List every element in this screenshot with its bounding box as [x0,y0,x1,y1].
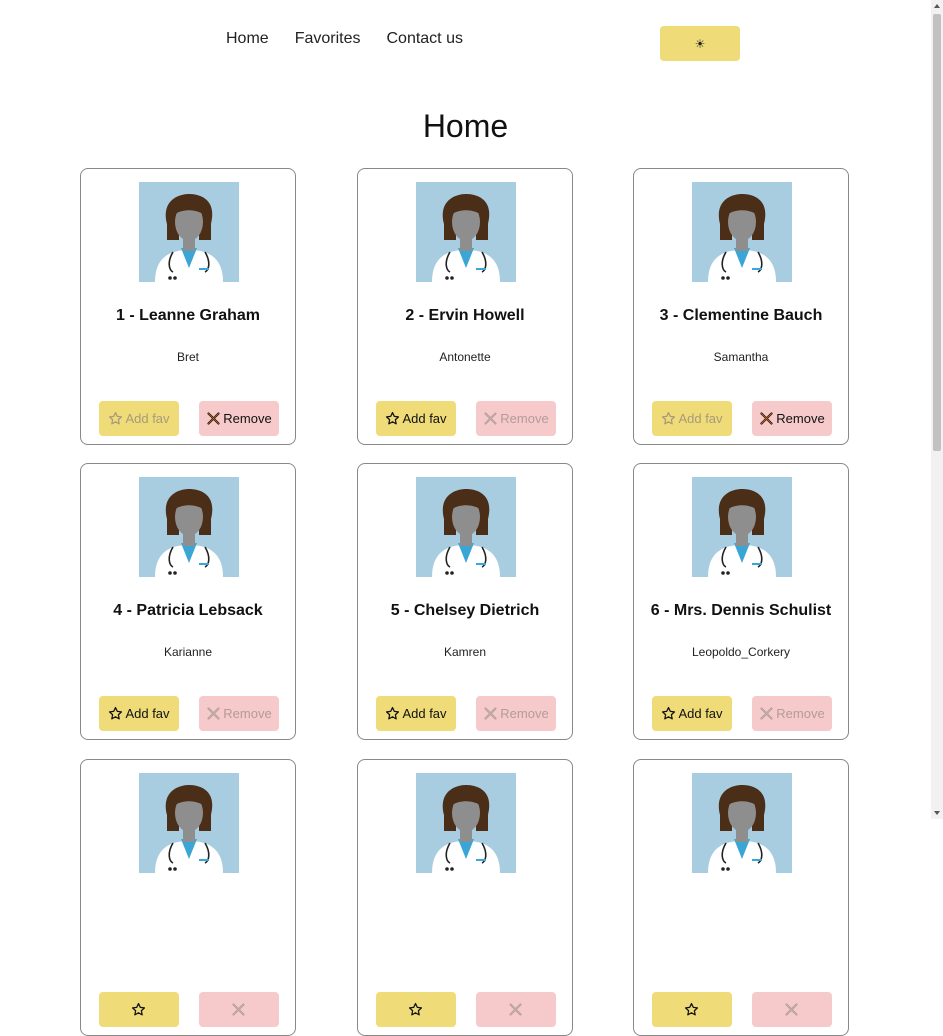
doctor-avatar-icon [416,773,516,873]
doctor-avatar-icon [692,182,792,282]
remove-label: Remove [500,411,549,426]
add-fav-button[interactable]: Add fav [652,696,732,731]
user-card [80,759,296,1036]
user-card [357,759,573,1036]
user-card: 4 - Patricia Lebsack Karianne Add fav Re… [80,463,296,740]
user-username: Samantha [713,350,769,364]
user-username: Antonette [439,350,491,364]
add-fav-label: Add fav [402,706,447,721]
close-icon [760,707,773,720]
add-fav-label: Add fav [125,411,170,426]
remove-label: Remove [776,411,825,426]
remove-button[interactable]: Remove [476,696,556,731]
remove-label: Remove [776,706,825,721]
doctor-avatar-icon [416,477,516,577]
user-name: 3 - Clementine Bauch [659,307,823,324]
add-fav-button[interactable] [99,992,179,1027]
star-icon [408,1002,422,1016]
doctor-avatar-icon [416,182,516,282]
remove-button[interactable]: Remove [752,696,832,731]
user-card [633,759,849,1036]
remove-button[interactable]: Remove [199,696,279,731]
close-icon [484,707,497,720]
close-icon [231,1003,245,1016]
page-title: Home [422,108,509,144]
doctor-avatar-icon [139,773,239,873]
doctor-avatar-icon [692,773,792,873]
doctor-avatar-icon [139,182,239,282]
remove-button[interactable]: Remove [476,401,556,436]
add-fav-label: Add fav [402,411,447,426]
user-card: 6 - Mrs. Dennis Schulist Leopoldo_Corker… [633,463,849,740]
nav-contact-link[interactable]: Contact us [386,30,462,48]
add-fav-button[interactable] [376,992,456,1027]
user-card: 2 - Ervin Howell Antonette Add fav Remov… [357,168,573,445]
add-fav-button[interactable]: Add fav [99,401,179,436]
close-icon [784,1003,798,1016]
star-icon [662,706,676,720]
close-icon [508,1003,522,1016]
theme-toggle-button[interactable]: ☀ [660,26,740,61]
remove-button[interactable]: Remove [199,401,279,436]
doctor-avatar-icon [692,477,792,577]
remove-label: Remove [223,411,272,426]
user-name: 1 - Leanne Graham [115,307,261,324]
user-name: 5 - Chelsey Dietrich [390,602,540,619]
add-fav-label: Add fav [125,706,170,721]
user-username: Bret [176,350,199,364]
add-fav-button[interactable]: Add fav [376,401,456,436]
add-fav-button[interactable]: Add fav [376,696,456,731]
user-name: 2 - Ervin Howell [405,307,525,324]
star-icon [386,706,400,720]
close-icon [207,707,220,720]
close-icon [484,412,497,425]
remove-button[interactable]: Remove [752,401,832,436]
star-icon [109,706,123,720]
add-fav-label: Add fav [678,706,723,721]
star-icon [386,411,400,425]
close-icon [760,412,773,425]
sun-icon: ☀ [694,36,706,51]
add-fav-button[interactable]: Add fav [99,696,179,731]
star-icon [684,1002,698,1016]
user-name: 6 - Mrs. Dennis Schulist [650,602,832,619]
remove-label: Remove [500,706,549,721]
close-icon [207,412,220,425]
user-username: Leopoldo_Corkery [691,645,791,659]
doctor-avatar-icon [139,477,239,577]
remove-button[interactable] [476,992,556,1027]
user-username: Kamren [443,645,487,659]
scroll-down-icon[interactable] [934,811,940,815]
user-name: 4 - Patricia Lebsack [113,602,263,619]
remove-label: Remove [223,706,272,721]
nav-favorites-link[interactable]: Favorites [295,30,361,48]
star-icon [109,411,123,425]
scrollbar-thumb[interactable] [933,14,941,451]
user-card: 3 - Clementine Bauch Samantha Add fav Re… [633,168,849,445]
user-username: Karianne [163,645,213,659]
main-nav: Home Favorites Contact us [226,30,463,48]
add-fav-label: Add fav [678,411,723,426]
scroll-up-icon[interactable] [934,4,940,8]
remove-button[interactable] [752,992,832,1027]
user-card: 1 - Leanne Graham Bret Add fav Remove [80,168,296,445]
page-scrollbar[interactable] [931,0,943,819]
user-card: 5 - Chelsey Dietrich Kamren Add fav Remo… [357,463,573,740]
star-icon [131,1002,145,1016]
star-icon [662,411,676,425]
add-fav-button[interactable] [652,992,732,1027]
nav-home-link[interactable]: Home [226,30,269,48]
add-fav-button[interactable]: Add fav [652,401,732,436]
remove-button[interactable] [199,992,279,1027]
